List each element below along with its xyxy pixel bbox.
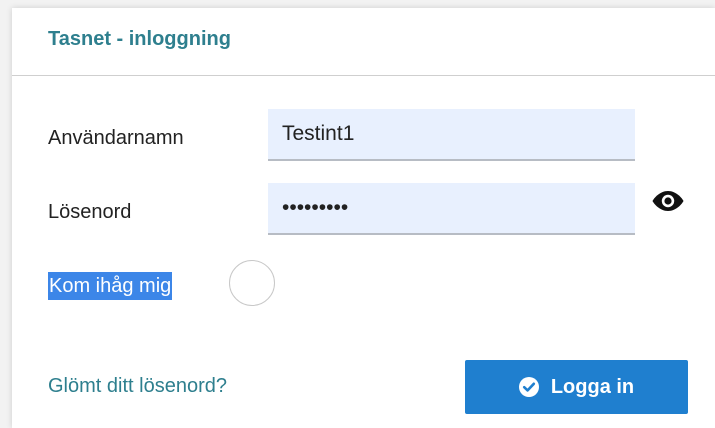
password-label: Lösenord (48, 201, 132, 223)
remember-me-label[interactable]: Kom ihåg mig (48, 272, 173, 300)
check-circle-icon (518, 377, 539, 397)
card-header: Tasnet - inloggning (12, 8, 715, 76)
username-input[interactable] (268, 109, 635, 161)
login-button[interactable]: Logga in (465, 360, 688, 414)
username-label: Användarnamn (48, 127, 184, 149)
login-card: Tasnet - inloggning Användarnamn Lösenor… (12, 8, 715, 428)
page-title: Tasnet - inloggning (48, 28, 231, 50)
remember-me-checkbox[interactable] (229, 260, 275, 306)
password-input[interactable] (268, 183, 635, 235)
eye-icon[interactable] (652, 190, 684, 212)
forgot-password-link[interactable]: Glömt ditt lösenord? (48, 375, 227, 398)
login-button-label: Logga in (550, 375, 635, 398)
